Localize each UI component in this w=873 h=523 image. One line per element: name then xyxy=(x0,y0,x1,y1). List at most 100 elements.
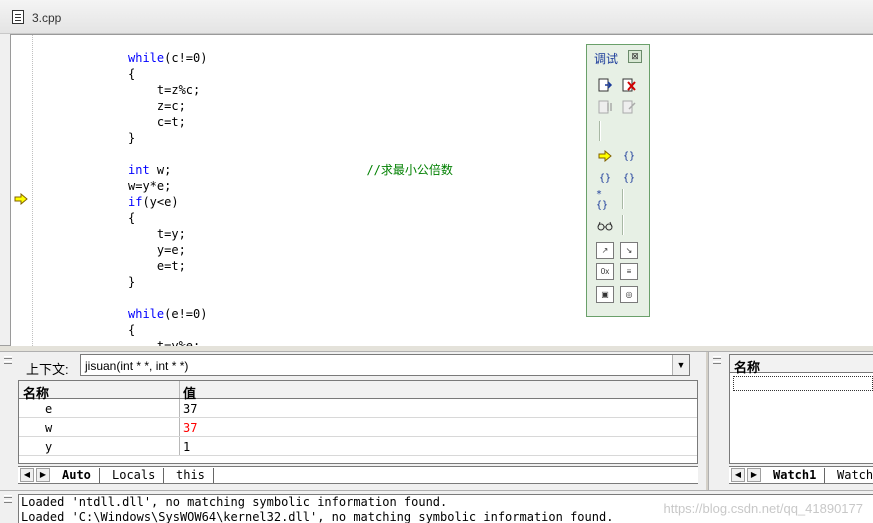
code-text-span: t=y; xyxy=(128,227,186,241)
output-pane: Loaded 'ntdll.dll', no matching symbolic… xyxy=(0,490,873,523)
code-text-span: e=t; xyxy=(128,259,186,273)
tab-watch1[interactable]: Watch1 xyxy=(765,468,826,483)
pane-grip[interactable] xyxy=(4,495,12,515)
break-icon xyxy=(596,98,614,116)
code-line[interactable]: int w; //求最小公倍数 xyxy=(128,162,453,178)
code-text[interactable]: while(c!=0){ t=z%c; z=c; c=t;} int w; //求… xyxy=(128,50,453,346)
code-editor[interactable]: while(c!=0){ t=z%c; z=c; c=t;} int w; //求… xyxy=(10,34,873,346)
code-text-span: { xyxy=(128,67,136,81)
code-keyword: if xyxy=(128,195,143,209)
code-line[interactable]: if(y<e) xyxy=(128,194,453,210)
code-text-span: t=y%e; xyxy=(128,339,201,346)
code-line[interactable]: } xyxy=(128,130,453,146)
code-line[interactable]: { xyxy=(128,322,453,338)
code-text-span: { xyxy=(128,211,136,225)
tab-this[interactable]: this xyxy=(168,468,214,483)
restart-icon[interactable] xyxy=(596,76,614,94)
variable-row[interactable]: w 37 xyxy=(19,418,697,437)
editor-tab-title: 3.cpp xyxy=(32,11,62,25)
variable-value[interactable]: 37 xyxy=(183,402,197,416)
apply-code-changes-icon xyxy=(620,98,638,116)
variable-row[interactable]: y1 xyxy=(19,437,697,456)
registers-window-icon[interactable]: 0x xyxy=(596,263,614,280)
watch-window-icon[interactable]: ↗ xyxy=(596,242,614,259)
code-line[interactable]: t=y%e; xyxy=(128,338,453,346)
tab-locals[interactable]: Locals xyxy=(104,468,165,483)
ide-window: 3.cpp while(c!=0){ t=z%c; z=c; c=t;} int … xyxy=(0,0,873,523)
variables-tab-bar: ◀ ▶ Auto Locals this xyxy=(18,466,698,484)
disassembly-window-icon[interactable]: ◎ xyxy=(620,286,638,303)
tab-scroll-left-icon[interactable]: ◀ xyxy=(731,468,745,482)
variable-value[interactable]: 1 xyxy=(183,440,190,454)
watch-new-entry[interactable] xyxy=(733,376,873,391)
code-text-span: t=z%c; xyxy=(128,83,201,97)
code-line[interactable]: { xyxy=(128,66,453,82)
code-text-span: { xyxy=(128,323,136,337)
code-line[interactable] xyxy=(128,146,453,162)
code-text-span: z=c; xyxy=(128,99,186,113)
pane-grip[interactable] xyxy=(4,356,12,376)
code-text-span: w=y*e; xyxy=(128,179,172,193)
code-line[interactable]: t=z%c; xyxy=(128,82,453,98)
stop-debugging-icon[interactable] xyxy=(620,76,638,94)
step-over-icon[interactable]: {} xyxy=(596,169,614,187)
code-keyword: int xyxy=(128,163,150,177)
variables-window-icon[interactable]: ↘ xyxy=(620,242,638,259)
code-text-span: c=t; xyxy=(128,115,186,129)
step-into-icon[interactable]: {} xyxy=(620,147,638,165)
variables-table-header: 名称 值 xyxy=(19,381,697,401)
toolbar-separator xyxy=(622,189,624,209)
toolbar-separator xyxy=(622,215,624,235)
code-line[interactable]: w=y*e; xyxy=(128,178,453,194)
debug-toolbar: 调试 ⊠ {} {} {} *{} ↗ ↘ 0x ≡ ▣ ◎ xyxy=(586,44,650,317)
code-text-span: } xyxy=(128,275,136,289)
call-stack-window-icon[interactable]: ▣ xyxy=(596,286,614,303)
pane-grip[interactable] xyxy=(713,356,721,376)
tab-scroll-left-icon[interactable]: ◀ xyxy=(20,468,34,482)
code-line[interactable]: while(e!=0) xyxy=(128,306,453,322)
code-line[interactable]: t=y; xyxy=(128,226,453,242)
code-line[interactable]: y=e; xyxy=(128,242,453,258)
code-line[interactable] xyxy=(128,290,453,306)
code-line[interactable]: { xyxy=(128,210,453,226)
run-to-cursor-icon[interactable]: *{} xyxy=(596,189,614,211)
watch-tab-bar: ◀ ▶ Watch1 Watch xyxy=(729,466,873,484)
code-line[interactable]: z=c; xyxy=(128,98,453,114)
variable-name: w xyxy=(45,421,53,435)
code-keyword: while xyxy=(128,51,165,65)
output-log[interactable]: Loaded 'ntdll.dll', no matching symbolic… xyxy=(18,494,873,523)
variables-table[interactable]: 名称 值 e 37 w 37 y 1 xyxy=(18,380,698,464)
watch-table[interactable]: 名称 xyxy=(729,354,873,464)
code-comment: //求最小公倍数 xyxy=(366,163,453,177)
tab-auto[interactable]: Auto xyxy=(54,468,100,483)
variable-name: y xyxy=(45,440,53,454)
variable-value[interactable]: 37 xyxy=(183,421,197,435)
show-next-statement-icon[interactable] xyxy=(596,147,614,165)
code-text-span: w; xyxy=(149,163,367,177)
context-value: jisuan(int * *, int * *) xyxy=(85,359,189,373)
code-line[interactable]: c=t; xyxy=(128,114,453,130)
tab-scroll-right-icon[interactable]: ▶ xyxy=(36,468,50,482)
code-line[interactable]: e=t; xyxy=(128,258,453,274)
editor-title-bar[interactable]: 3.cpp xyxy=(0,0,873,34)
context-dropdown[interactable]: jisuan(int * *, int * *) ▼ xyxy=(80,354,690,376)
quickwatch-glasses-icon[interactable] xyxy=(596,217,614,235)
variables-rows: e 37 w 37 y 1 xyxy=(19,399,697,456)
watch-table-header: 名称 xyxy=(730,355,873,376)
code-text-span: (y<e) xyxy=(142,195,179,209)
watch-column-header-name[interactable]: 名称 xyxy=(734,357,760,376)
chevron-down-icon[interactable]: ▼ xyxy=(672,355,689,375)
code-line[interactable]: } xyxy=(128,274,453,290)
code-text-span: } xyxy=(128,131,136,145)
debug-toolbar-title: 调试 xyxy=(594,52,619,66)
tab-scroll-right-icon[interactable]: ▶ xyxy=(747,468,761,482)
tab-watch2[interactable]: Watch xyxy=(829,468,873,483)
breakpoint-gutter[interactable] xyxy=(11,35,33,346)
context-label: 上下文: xyxy=(26,362,69,377)
code-line[interactable]: while(c!=0) xyxy=(128,50,453,66)
debug-toolbar-close-button[interactable]: ⊠ xyxy=(628,50,642,63)
step-out-icon[interactable]: {} xyxy=(620,169,638,187)
variable-row[interactable]: e 37 xyxy=(19,399,697,418)
debug-toolbar-header[interactable]: 调试 ⊠ xyxy=(587,45,649,67)
memory-window-icon[interactable]: ≡ xyxy=(620,263,638,280)
